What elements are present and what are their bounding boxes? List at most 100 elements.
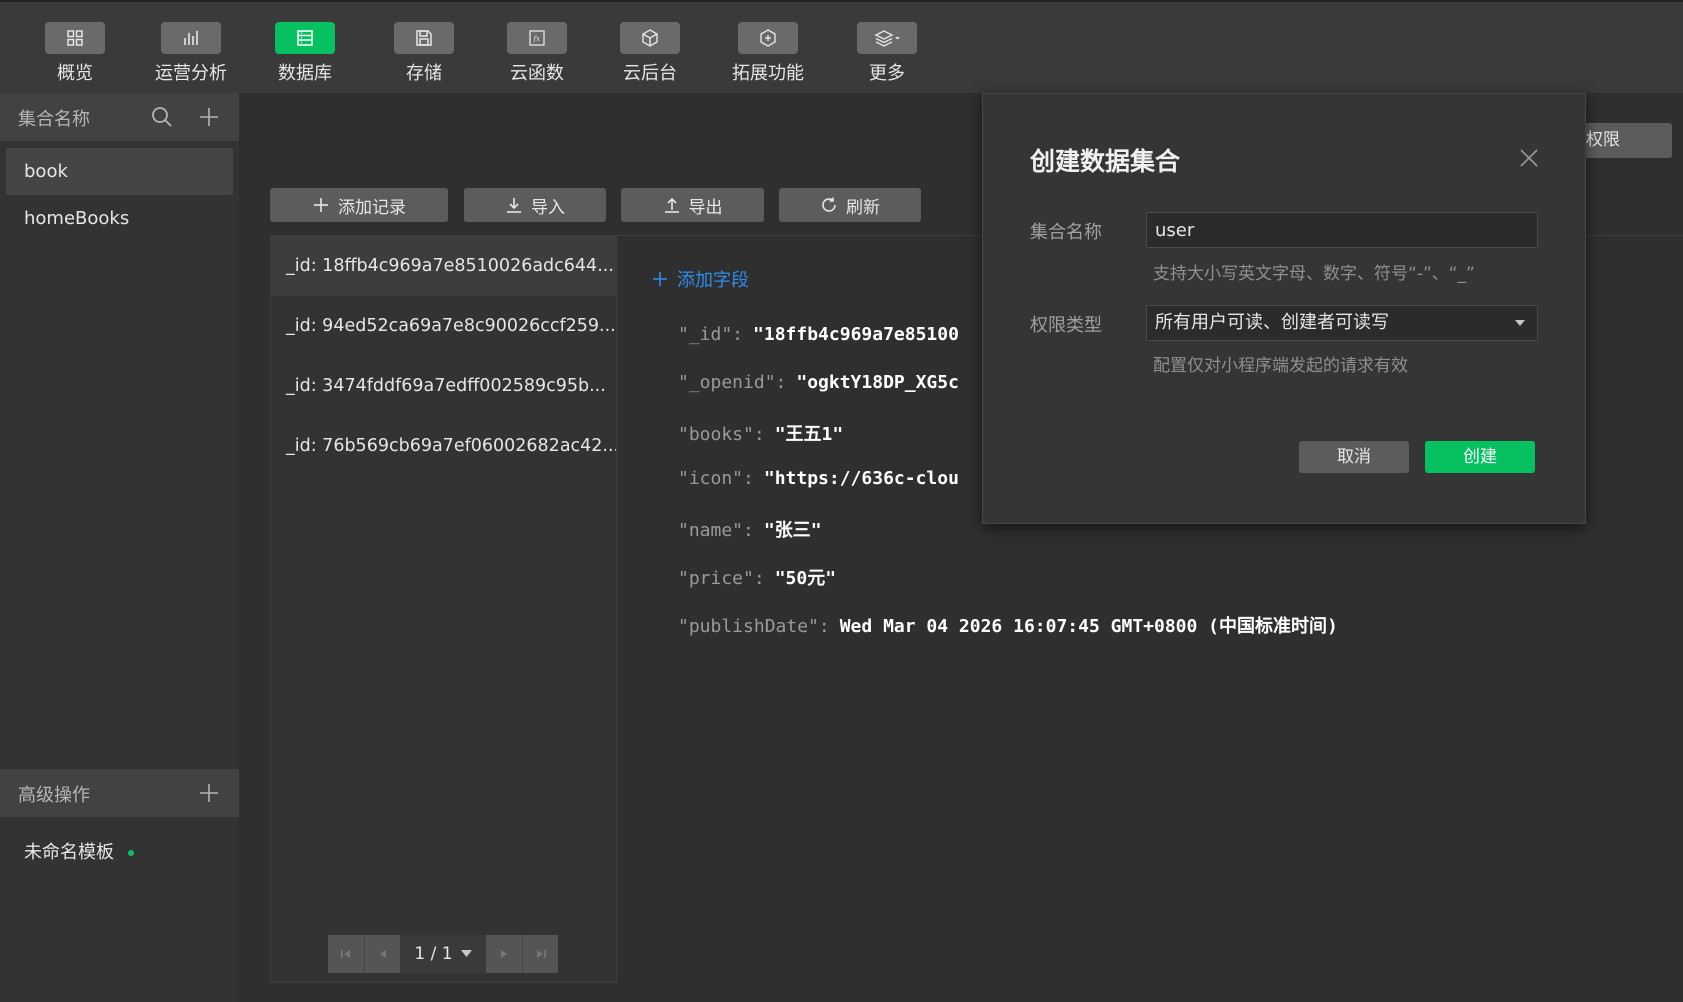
tool-cloud-function[interactable]: fx 云函数 [482,22,592,85]
next-page-icon [501,950,507,958]
collections-title: 集合名称 [18,109,90,130]
refresh-icon [822,197,836,212]
record-item[interactable]: _id: 76b569cb69a7ef06002682ac42... [271,417,616,476]
tool-label: 云后台 [623,63,677,84]
import-label: 导入 [531,197,565,218]
tool-label: 数据库 [278,63,332,84]
field-key: "publishDate": [678,616,830,637]
top-toolbar: 概览 运营分析 数据库 存储 fx 云函数 云后台 拓展功能 更多 [0,0,1683,93]
permission-type-select[interactable]: 所有用户可读、创建者可读写 [1146,305,1538,341]
search-icon[interactable] [150,105,174,129]
advanced-title: 高级操作 [18,785,90,806]
tool-analytics[interactable]: 运营分析 [136,22,246,85]
status-dot [128,850,134,856]
field-row[interactable]: "publishDate": Wed Mar 04 2026 16:07:45 G… [678,612,1338,638]
field-value: "ogktY18DP_XG5c [796,372,959,393]
tool-label: 运营分析 [155,63,227,84]
field-row[interactable]: "_openid": "ogktY18DP_XG5c [678,372,959,393]
record-list: _id: 18ffb4c969a7e8510026adc644... _id: … [270,236,617,983]
upload-icon [664,197,679,213]
page-indicator: 1 / 1 [414,944,453,964]
close-icon[interactable] [1518,147,1540,169]
pagination: 1 / 1 [328,935,558,973]
tool-label: 更多 [869,63,905,84]
collection-name-input[interactable] [1146,212,1538,248]
field-row[interactable]: "name": "张三" [678,516,822,542]
field-key: "name": [678,520,754,541]
tool-database[interactable]: 数据库 [250,22,360,85]
export-button[interactable]: 导出 [621,188,764,222]
grid-icon [45,22,105,54]
prev-page-button[interactable] [364,935,400,973]
next-page-button[interactable] [486,935,522,973]
bar-chart-icon [161,22,221,54]
template-name: 未命名模板 [24,842,114,863]
add-field-label: 添加字段 [677,270,749,291]
plus-icon [314,198,328,212]
tool-overview[interactable]: 概览 [20,22,130,85]
add-field-button[interactable]: 添加字段 [651,266,749,292]
create-collection-dialog: 创建数据集合 集合名称 支持大小写英文字母、数字、符号“-”、“_” 权限类型 … [982,93,1586,524]
record-item[interactable]: _id: 3474fddf69a7edff002589c95b... [271,357,616,416]
prev-page-icon [379,950,386,958]
tool-label: 存储 [406,63,442,84]
field-key: "_openid": [678,372,787,393]
template-item[interactable]: 未命名模板 [24,838,134,864]
tool-storage[interactable]: 存储 [369,22,479,85]
svg-text:fx: fx [533,35,541,43]
collection-name-label: 集合名称 [1030,222,1102,243]
add-record-label: 添加记录 [338,197,406,218]
tool-label: 概览 [57,63,93,84]
last-page-icon [536,950,546,958]
field-value: "王五1" [774,424,844,445]
extension-icon [738,22,798,54]
add-record-button[interactable]: 添加记录 [270,188,448,222]
field-value: "https://636c-clou [763,468,959,489]
refresh-button[interactable]: 刷新 [779,188,921,222]
collection-item-homebooks[interactable]: homeBooks [6,195,233,242]
field-row[interactable]: "books": "王五1" [678,420,843,446]
field-key: "price": [678,568,765,589]
page-select[interactable]: 1 / 1 [400,935,486,973]
chevron-down-icon [1515,320,1525,326]
record-item[interactable]: _id: 18ffb4c969a7e8510026adc644... [271,237,616,296]
field-value: Wed Mar 04 2026 16:07:45 GMT+0800 (中国标准时… [839,616,1338,637]
field-value: "张三" [763,520,822,541]
chevron-down-icon [460,950,472,957]
function-icon: fx [507,22,567,54]
add-template-icon[interactable] [197,781,221,805]
layers-icon [857,22,917,54]
permission-type-value: 所有用户可读、创建者可读写 [1155,312,1389,333]
field-row[interactable]: "icon": "https://636c-clou [678,468,959,489]
field-row[interactable]: "price": "50元" [678,564,836,590]
plus-icon [653,272,667,286]
refresh-label: 刷新 [846,197,880,218]
tool-more[interactable]: 更多 [832,22,942,85]
field-key: "_id": [678,324,744,345]
field-key: "books": [678,424,765,445]
add-collection-icon[interactable] [197,105,221,129]
cancel-button[interactable]: 取消 [1299,441,1409,473]
collection-item-book[interactable]: book [6,148,233,195]
collection-name-hint: 支持大小写英文字母、数字、符号“-”、“_” [1153,264,1475,284]
tool-label: 云函数 [510,63,564,84]
field-row[interactable]: "_id": "18ffb4c969a7e85100 [678,324,959,345]
import-button[interactable]: 导入 [464,188,606,222]
record-item[interactable]: _id: 94ed52ca69a7e8c90026ccf259... [271,297,616,356]
tool-cloud-backend[interactable]: 云后台 [595,22,705,85]
tool-label: 拓展功能 [732,63,804,84]
field-value: "18ffb4c969a7e85100 [753,324,959,345]
advanced-header: 高级操作 [0,769,239,817]
first-page-button[interactable] [328,935,364,973]
create-button[interactable]: 创建 [1425,441,1535,473]
last-page-button[interactable] [522,935,558,973]
tool-extensions[interactable]: 拓展功能 [713,22,823,85]
export-label: 导出 [688,197,723,218]
collection-sidebar: 集合名称 book homeBooks 高级操作 未命名模板 [0,93,239,1002]
permission-type-label: 权限类型 [1030,315,1102,336]
cube-icon [620,22,680,54]
collections-header: 集合名称 [0,93,239,141]
database-icon [275,22,335,54]
download-icon [507,198,521,213]
save-icon [394,22,454,54]
